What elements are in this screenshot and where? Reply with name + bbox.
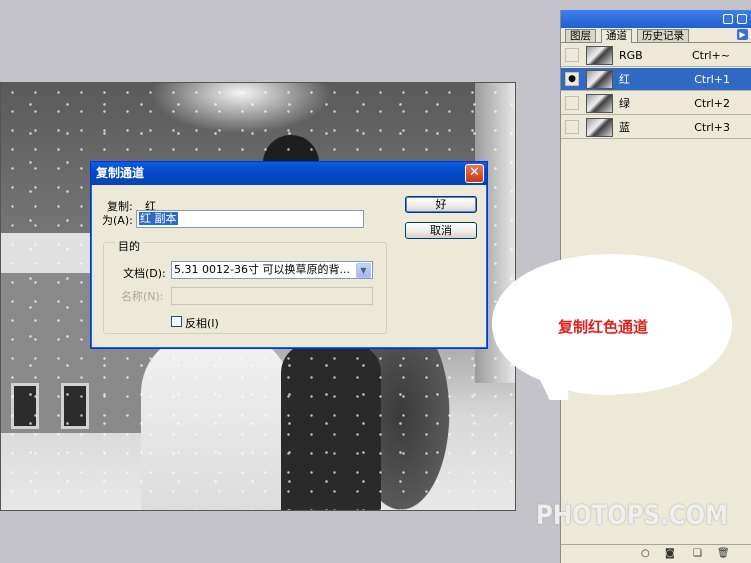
- visibility-toggle[interactable]: [565, 96, 579, 110]
- chevron-down-icon[interactable]: ▼: [356, 263, 371, 278]
- dialog-title: 复制通道: [96, 166, 145, 180]
- duplicate-channel-dialog: 复制通道 ✕ 复制: 红 为(A): 红 副本 好 取消 目的 文档(D): 5…: [90, 161, 488, 349]
- as-name-value: 红 副本: [139, 212, 178, 225]
- as-name-input[interactable]: 红 副本: [136, 210, 364, 228]
- dialog-titlebar[interactable]: 复制通道 ✕: [91, 162, 487, 185]
- panel-menu-icon[interactable]: ▶: [737, 29, 748, 40]
- channel-thumbnail: [586, 94, 613, 113]
- minimize-icon[interactable]: [723, 14, 733, 24]
- channel-thumbnail: [586, 118, 613, 137]
- tab-history[interactable]: 历史记录: [637, 29, 689, 42]
- save-selection-icon[interactable]: ◙: [665, 549, 675, 559]
- callout-text: 复制红色通道: [558, 318, 649, 336]
- document-value: 5.31 0012-36寸 可以换草原的背...: [174, 263, 350, 276]
- panel-titlebar[interactable]: [561, 10, 751, 28]
- delete-channel-icon[interactable]: 🗑: [717, 549, 730, 559]
- visibility-toggle[interactable]: [565, 120, 579, 134]
- channel-row-green[interactable]: 绿 Ctrl+2: [561, 92, 751, 115]
- channel-shortcut: Ctrl+1: [694, 73, 730, 86]
- channel-row-red[interactable]: ● 红 Ctrl+1: [561, 68, 751, 91]
- watermark: PHOTOPS.COM: [536, 500, 728, 531]
- name-label: 名称(N):: [121, 290, 164, 303]
- close-icon[interactable]: [737, 14, 747, 24]
- visibility-toggle[interactable]: [565, 48, 579, 62]
- as-label: 为(A):: [102, 214, 133, 227]
- destination-legend: 目的: [115, 238, 143, 254]
- new-channel-icon[interactable]: ❏: [693, 549, 702, 559]
- channel-thumbnail: [586, 46, 613, 65]
- ok-button[interactable]: 好: [405, 196, 477, 213]
- tab-channels[interactable]: 通道: [601, 29, 632, 43]
- channel-name: 蓝: [619, 121, 630, 134]
- channel-name: 红: [619, 73, 630, 86]
- document-label: 文档(D):: [123, 267, 166, 280]
- channel-shortcut: Ctrl+~: [691, 49, 730, 62]
- cancel-button[interactable]: 取消: [405, 222, 477, 239]
- panel-footer: ○ ◙ ❏ 🗑: [561, 544, 751, 563]
- name-input[interactable]: [171, 287, 373, 305]
- channel-row-blue[interactable]: 蓝 Ctrl+3: [561, 116, 751, 139]
- load-selection-icon[interactable]: ○: [641, 549, 650, 559]
- document-select[interactable]: 5.31 0012-36寸 可以换草原的背... ▼: [171, 261, 373, 279]
- eye-icon[interactable]: ●: [565, 72, 579, 86]
- invert-checkbox[interactable]: [171, 316, 182, 327]
- tab-layers[interactable]: 图层: [565, 29, 596, 42]
- channel-shortcut: Ctrl+3: [694, 121, 730, 134]
- invert-label[interactable]: 反相(I): [185, 315, 219, 331]
- channel-shortcut: Ctrl+2: [694, 97, 730, 110]
- channel-thumbnail: [586, 70, 613, 89]
- panel-tabs: 图层 通道 历史记录 ▶: [561, 28, 751, 43]
- close-icon[interactable]: ✕: [465, 164, 484, 183]
- channel-name: RGB: [619, 49, 643, 62]
- channel-row-rgb[interactable]: RGB Ctrl+~: [561, 44, 751, 67]
- channel-name: 绿: [619, 97, 630, 110]
